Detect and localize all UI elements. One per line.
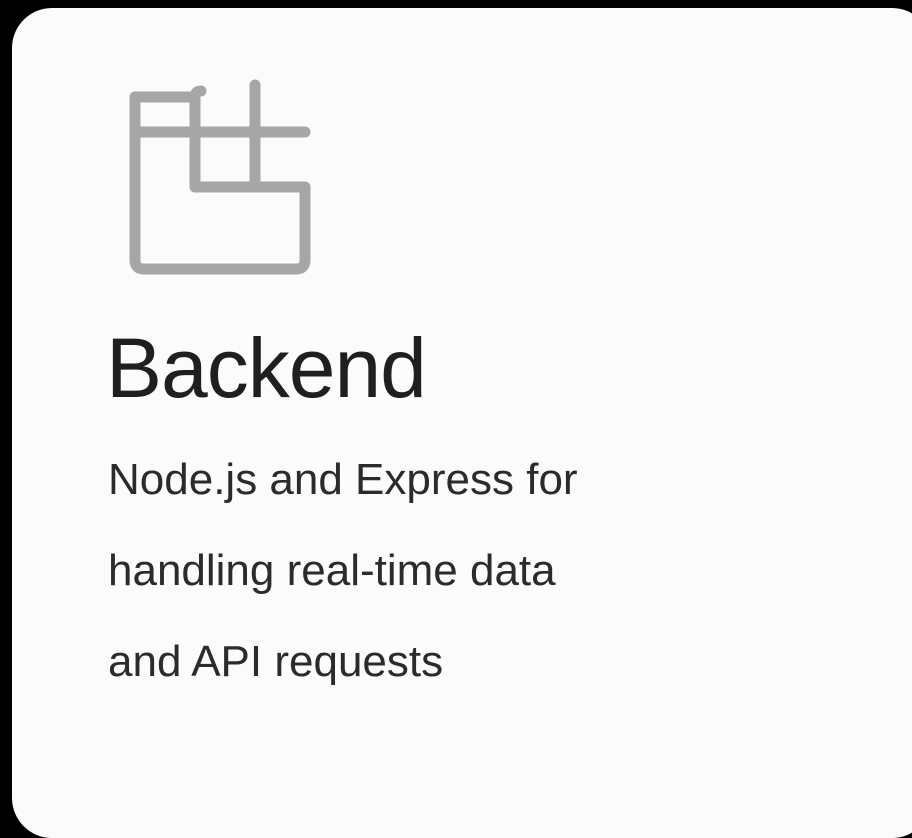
card-title: Backend bbox=[106, 321, 427, 415]
layout-blocks-icon bbox=[117, 77, 317, 277]
description-line: and API requests bbox=[108, 637, 444, 686]
card-description: Node.js and Express for handling real-ti… bbox=[108, 434, 808, 707]
description-line: handling real-time data bbox=[108, 546, 556, 595]
description-line: Node.js and Express for bbox=[108, 455, 578, 504]
backend-card: Backend Node.js and Express for handling… bbox=[12, 8, 912, 838]
